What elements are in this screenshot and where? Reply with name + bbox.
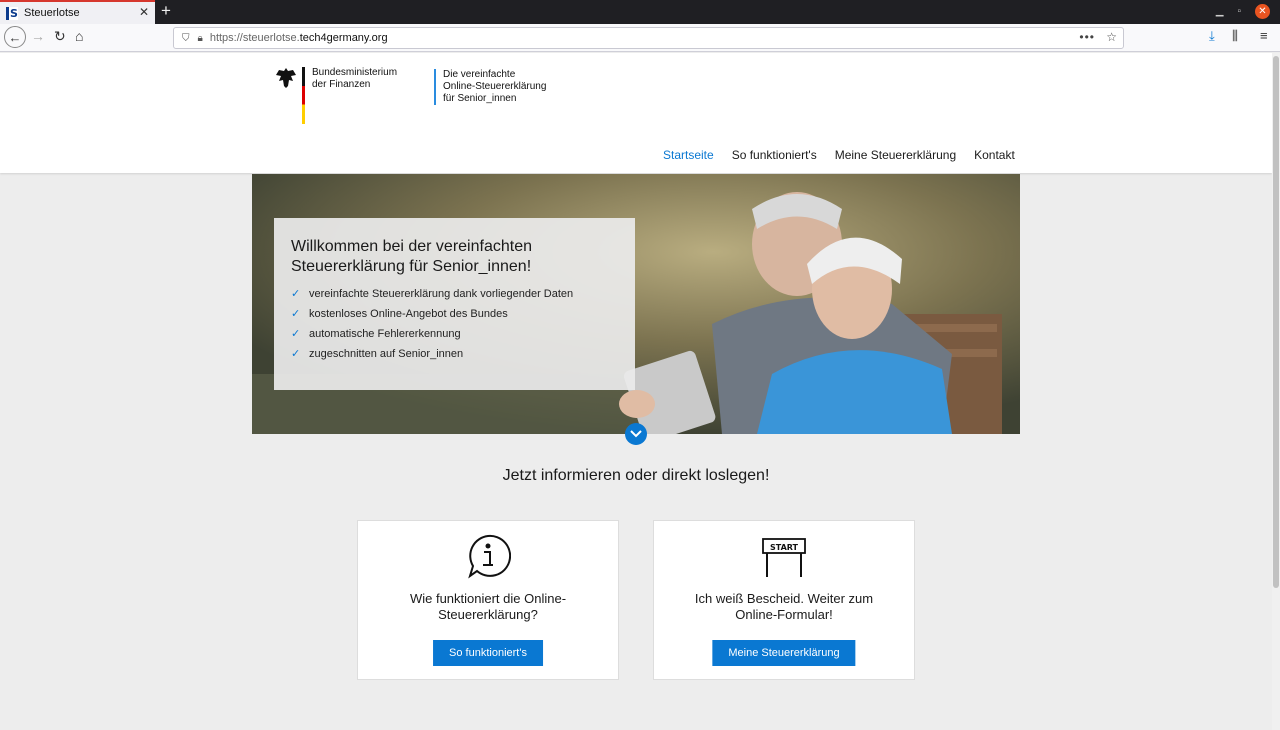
scrollbar-thumb[interactable] — [1273, 56, 1279, 588]
checkmark-icon: ✓ — [291, 348, 301, 360]
checkmark-icon: ✓ — [291, 288, 301, 300]
browser-tab-bar: S Steuerlotse ✕ + ▁ ▫ ✕ — [0, 0, 1280, 24]
so-funktionierts-button[interactable]: So funktioniert's — [433, 640, 543, 666]
new-tab-icon[interactable]: + — [161, 1, 171, 21]
checkmark-icon: ✓ — [291, 308, 301, 320]
german-flag-bar — [302, 67, 305, 124]
scroll-down-chevron-icon[interactable] — [625, 423, 647, 445]
hero-welcome-card: Willkommen bei der vereinfachten Steuere… — [274, 218, 635, 390]
back-arrow-icon[interactable]: ← — [4, 26, 26, 48]
feature-list: ✓ vereinfachte Steuererklärung dank vorli… — [291, 284, 618, 364]
minimize-icon[interactable]: ▁ — [1216, 6, 1224, 17]
forward-arrow-icon[interactable]: → — [31, 28, 45, 44]
tracking-shield-icon[interactable]: ⛉ — [182, 33, 190, 44]
hero-title: Willkommen bei der vereinfachten Steuere… — [291, 238, 532, 275]
nav-link-kontakt[interactable]: Kontakt — [974, 148, 1015, 162]
close-tab-icon[interactable]: ✕ — [139, 5, 149, 19]
library-icon[interactable]: ⫼ — [1232, 28, 1238, 44]
restore-icon[interactable]: ▫ — [1237, 6, 1241, 17]
start-card: START Ich weiß Bescheid. Weiter zum Onli… — [653, 520, 915, 680]
browser-tab[interactable]: S Steuerlotse ✕ — [0, 0, 155, 24]
info-speech-bubble-icon — [468, 534, 511, 579]
federal-eagle-icon — [276, 68, 296, 88]
site-tagline: Die vereinfachte Online-Steuererklärung … — [434, 69, 546, 105]
nav-link-so-funktionierts[interactable]: So funktioniert's — [732, 148, 817, 162]
window-controls: ▁ ▫ ✕ — [1216, 4, 1270, 19]
section-title: Jetzt informieren oder direkt loslegen! — [502, 467, 770, 484]
meine-steuererklaerung-button[interactable]: Meine Steuererklärung — [712, 640, 856, 666]
feature-item: ✓ zugeschnitten auf Senior_innen — [291, 344, 618, 364]
tab-title: Steuerlotse — [24, 7, 80, 19]
address-bar[interactable]: ⛉ 🔒︎ https://steuerlotse.tech4germany.or… — [173, 27, 1124, 49]
site-header: Bundesministerium der Finanzen Die verei… — [0, 53, 1272, 173]
menu-hamburger-icon[interactable]: ≡ — [1260, 28, 1268, 43]
reload-icon[interactable]: ↻ — [54, 28, 66, 45]
start-sign-label: START — [770, 543, 799, 552]
lock-icon[interactable]: 🔒︎ — [198, 33, 203, 44]
ministry-logo[interactable]: Bundesministerium der Finanzen — [275, 67, 397, 124]
home-icon[interactable]: ⌂ — [75, 28, 83, 44]
feature-item: ✓ kostenloses Online-Angebot des Bundes — [291, 304, 618, 324]
checkmark-icon: ✓ — [291, 328, 301, 340]
page-scrollbar[interactable] — [1272, 53, 1280, 730]
browser-nav-bar: ← → ↻ ⌂ ⛉ 🔒︎ https://steuerlotse.tech4ge… — [0, 24, 1280, 52]
start-card-text: Ich weiß Bescheid. Weiter zum Online-For… — [694, 591, 874, 622]
hero-banner: Willkommen bei der vereinfachten Steuere… — [252, 174, 1020, 434]
site-favicon: S — [6, 6, 18, 20]
url-text[interactable]: https://steuerlotse.tech4germany.org — [210, 32, 388, 44]
page-actions-icon[interactable]: ••• — [1079, 30, 1095, 44]
info-card-text: Wie funktioniert die Online- Steuererklä… — [409, 591, 567, 622]
feature-item: ✓ automatische Fehlererkennung — [291, 324, 618, 344]
bookmark-star-icon[interactable]: ☆ — [1106, 30, 1117, 44]
nav-link-startseite[interactable]: Startseite — [663, 148, 714, 162]
start-sign-icon: START — [762, 538, 806, 577]
downloads-icon[interactable]: ⤓ — [1209, 28, 1215, 44]
info-card: Wie funktioniert die Online- Steuererklä… — [357, 520, 619, 680]
ministry-name: Bundesministerium der Finanzen — [312, 67, 398, 90]
window-close-icon[interactable]: ✕ — [1255, 4, 1270, 19]
page-viewport: Bundesministerium der Finanzen Die verei… — [0, 53, 1272, 730]
main-navigation: Startseite So funktioniert's Meine Steue… — [663, 148, 1033, 162]
nav-link-meine-steuererklaerung[interactable]: Meine Steuererklärung — [835, 148, 956, 162]
feature-item: ✓ vereinfachte Steuererklärung dank vorli… — [291, 284, 618, 304]
